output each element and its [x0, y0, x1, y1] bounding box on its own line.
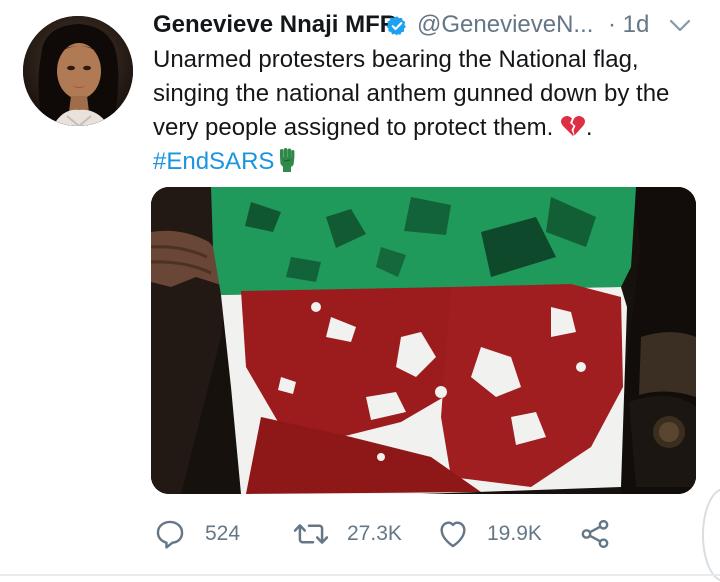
broken-heart-icon [560, 115, 585, 136]
tweet-text-line-3: very people assigned to protect them. . [153, 111, 713, 145]
timestamp[interactable]: · 1d [608, 8, 649, 42]
tweet-hashtag-line: #EndSARS [153, 145, 713, 179]
share-icon [581, 519, 609, 549]
retweet-icon [293, 524, 329, 544]
display-name[interactable]: Genevieve Nnaji MFR [153, 8, 397, 42]
tweet-text-line-2: singing the national anthem gunned down … [153, 80, 670, 107]
reply-count: 524 [205, 522, 241, 545]
tweet-text-line-1: Unarmed protesters bearing the National … [153, 46, 639, 73]
avatar-image [23, 16, 133, 126]
bloodied-flag-photo [151, 187, 696, 494]
tweet-media-photo[interactable] [151, 187, 696, 494]
like-button[interactable]: 19.9K [436, 512, 566, 556]
user-handle[interactable]: @GenevieveN... [417, 8, 593, 42]
tweet-header: Genevieve Nnaji MFR @GenevieveN... · 1d [153, 8, 713, 44]
tweet-divider [0, 574, 720, 576]
tweet-action-bar: 524 27.3K 19.9K [153, 512, 713, 556]
share-button[interactable] [578, 512, 618, 556]
retweet-button[interactable]: 27.3K [293, 512, 423, 556]
tweet-text: Unarmed protesters bearing the National … [153, 43, 713, 179]
heart-icon [440, 521, 466, 548]
chevron-down-icon[interactable] [669, 18, 691, 34]
reply-button[interactable]: 524 [153, 512, 263, 556]
raised-fist-icon [280, 148, 295, 172]
tweet-text-line-3-content: very people assigned to protect them. [153, 114, 554, 141]
avatar[interactable] [23, 16, 133, 126]
reply-icon [156, 520, 184, 549]
separator-dot: · [608, 11, 616, 38]
tweet-text-tail: . [585, 114, 593, 141]
verified-badge-icon [386, 16, 406, 36]
retweet-count: 27.3K [347, 522, 402, 545]
hashtag-endsars[interactable]: #EndSARS [153, 148, 274, 175]
scroll-indicator [702, 488, 720, 582]
timestamp-value: 1d [622, 11, 650, 38]
like-count: 19.9K [487, 522, 542, 545]
